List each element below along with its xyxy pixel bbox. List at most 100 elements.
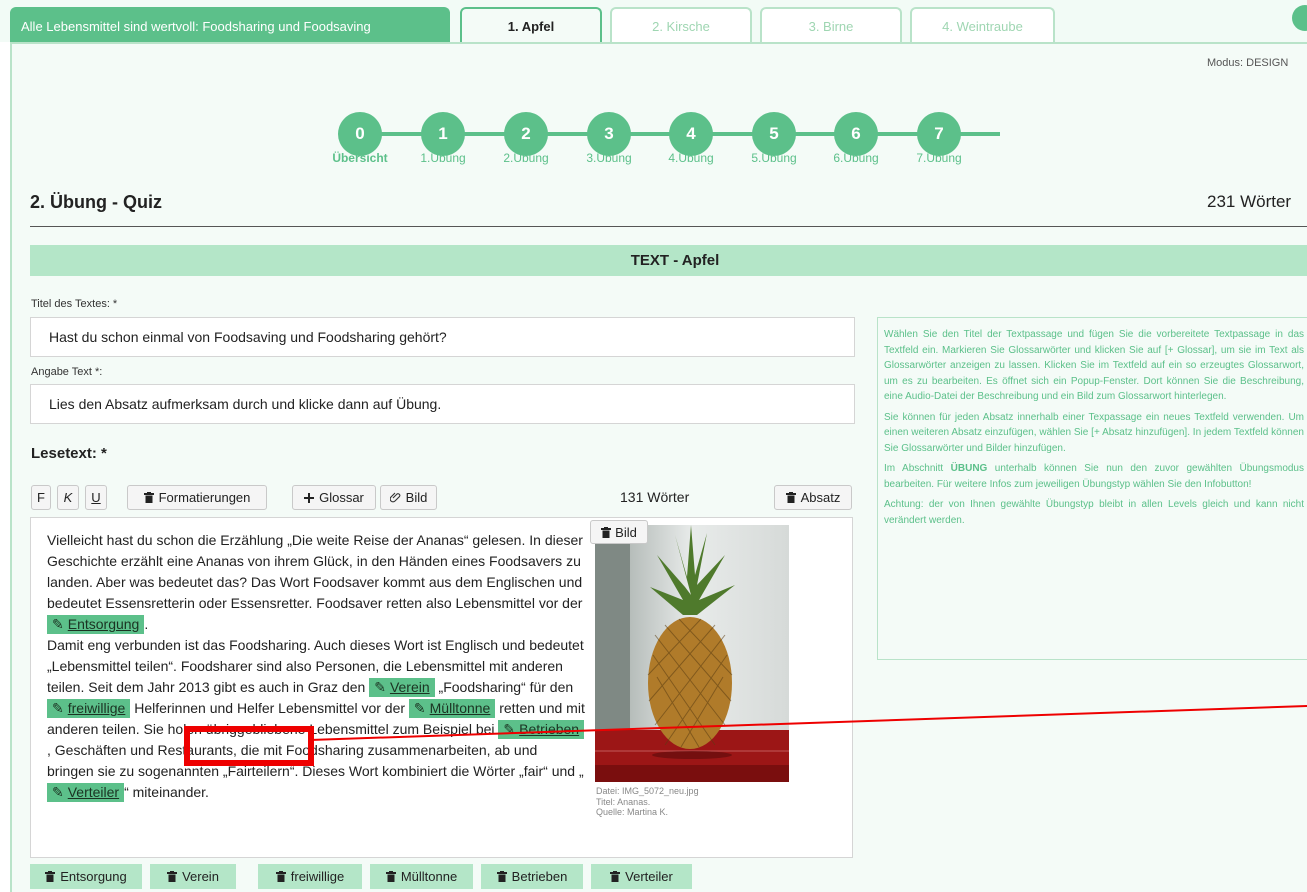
step-4-number: 4 xyxy=(686,124,696,143)
delete-glossary-freiwillige[interactable]: freiwillige xyxy=(258,864,362,889)
tab-kirsche[interactable]: 2. Kirsche xyxy=(610,7,752,43)
tab-apfel[interactable]: 1. Apfel xyxy=(460,7,602,44)
paragraph-word-count: 131 Wörter xyxy=(620,489,690,505)
step-3-number: 3 xyxy=(604,124,614,143)
pencil-icon: ✎ xyxy=(52,616,64,632)
trash-icon xyxy=(601,526,612,538)
exercise-title: 2. Übung - Quiz xyxy=(30,192,162,212)
step-1[interactable]: 1 xyxy=(421,112,465,156)
trash-icon xyxy=(167,871,178,882)
reading-text-content[interactable]: Vielleicht hast du schon die Erzählung „… xyxy=(47,530,587,803)
italic-label: K xyxy=(63,490,73,505)
tab-weintraube[interactable]: 4. Weintraube xyxy=(910,7,1055,43)
step-2[interactable]: 2 xyxy=(504,112,548,156)
text-section-title: TEXT - Apfel xyxy=(630,252,720,269)
add-image-label: Bild xyxy=(405,490,428,505)
help-paragraph-1: Wählen Sie den Titel der Textpassage und… xyxy=(884,329,1304,402)
step-4[interactable]: 4 xyxy=(669,112,713,156)
step-6-label: 6.Übung xyxy=(833,151,879,165)
pineapple-illustration xyxy=(595,525,789,782)
step-0-number: 0 xyxy=(355,124,365,143)
text-segment: , Geschäften und Restaurants, die mit Fo… xyxy=(47,742,584,779)
delete-glossary-betrieben[interactable]: Betrieben xyxy=(481,864,583,889)
glossary-word-label: Verein xyxy=(389,679,430,695)
step-3-label: 3.Übung xyxy=(586,151,632,165)
add-level-button[interactable] xyxy=(1292,5,1307,31)
help-paragraph-4: Achtung: der von Ihnen gewählte Übungsty… xyxy=(884,499,1304,526)
highlight-box xyxy=(184,726,314,766)
glossary-word-verteiler[interactable]: ✎ Verteiler xyxy=(47,783,125,802)
plus-icon xyxy=(304,492,315,503)
step-6[interactable]: 6 xyxy=(834,112,878,156)
delete-image-button[interactable]: Bild xyxy=(590,520,648,544)
help-emphasis: ÜBUNG xyxy=(950,463,988,474)
step-6-number: 6 xyxy=(851,124,861,143)
mode-label: Modus: DESIGN xyxy=(1207,57,1289,69)
glossary-word-verein[interactable]: ✎ Verein xyxy=(369,678,435,697)
underline-button[interactable]: U xyxy=(85,485,107,510)
glossary-button-label: Verteiler xyxy=(625,869,673,884)
task-input[interactable]: Lies den Absatz aufmerksam durch und kli… xyxy=(30,384,855,424)
formatting-button[interactable]: Formatierungen xyxy=(127,485,267,510)
glossary-word-muelltonne[interactable]: ✎ Mülltonne xyxy=(408,699,496,718)
step-5-label: 5.Übung xyxy=(751,151,797,165)
text-segment: „Foodsharing“ für den xyxy=(438,679,574,695)
delete-image-label: Bild xyxy=(615,524,637,540)
pencil-icon: ✎ xyxy=(52,784,64,800)
pineapple-image[interactable] xyxy=(595,525,789,782)
step-5-number: 5 xyxy=(769,124,779,143)
course-title-tab[interactable]: Alle Lebensmittel sind wertvoll: Foodsha… xyxy=(10,7,450,43)
step-1-label: 1.Übung xyxy=(420,151,466,165)
step-5[interactable]: 5 xyxy=(752,112,796,156)
step-3[interactable]: 3 xyxy=(587,112,631,156)
trash-icon xyxy=(45,871,56,882)
help-paragraph-3: Im Abschnitt ÜBUNG unterhalb können Sie … xyxy=(884,461,1304,492)
trash-icon xyxy=(275,871,286,882)
add-glossary-button[interactable]: Glossar xyxy=(292,485,376,510)
glossary-button-label: freiwillige xyxy=(290,869,345,884)
step-0[interactable]: 0 xyxy=(338,112,382,156)
image-source: Quelle: Martina K. xyxy=(596,807,669,817)
tab-apfel-label: 1. Apfel xyxy=(507,19,555,34)
reading-text-label: Lesetext: * xyxy=(31,445,107,462)
glossary-word-freiwillige[interactable]: ✎ freiwillige xyxy=(47,699,131,718)
step-7[interactable]: 7 xyxy=(917,112,961,156)
glossary-button-label: Betrieben xyxy=(511,869,568,884)
step-2-label: 2.Übung xyxy=(503,151,549,165)
glossary-button-label: Verein xyxy=(182,869,219,884)
step-2-number: 2 xyxy=(521,124,531,143)
tab-birne[interactable]: 3. Birne xyxy=(760,7,902,43)
pencil-icon: ✎ xyxy=(374,679,386,695)
add-image-button[interactable]: Bild xyxy=(380,485,437,510)
delete-glossary-muelltonne[interactable]: Mülltonne xyxy=(370,864,473,889)
delete-paragraph-button[interactable]: Absatz xyxy=(774,485,852,510)
tab-birne-label: 3. Birne xyxy=(808,18,854,34)
glossary-word-label: freiwillige xyxy=(67,700,126,716)
trash-icon xyxy=(496,871,507,882)
bold-button[interactable]: F xyxy=(31,485,51,510)
image-title: Titel: Ananas. xyxy=(596,797,651,807)
text-segment: Helferinnen und Helfer Lebensmittel vor … xyxy=(134,700,406,716)
task-field-label: Angabe Text *: xyxy=(31,366,103,378)
help-text: Im Abschnitt xyxy=(884,463,951,474)
delete-glossary-entsorgung[interactable]: Entsorgung xyxy=(30,864,142,889)
title-input[interactable]: Hast du schon einmal von Foodsaving und … xyxy=(30,317,855,357)
total-word-count: 231 Wörter xyxy=(1207,192,1292,211)
delete-glossary-verteiler[interactable]: Verteiler xyxy=(591,864,692,889)
glossary-word-betrieben[interactable]: ✎ Betrieben xyxy=(498,720,585,739)
italic-button[interactable]: K xyxy=(57,485,79,510)
title-divider xyxy=(30,226,1307,227)
paperclip-icon xyxy=(389,492,400,503)
text-segment: “ miteinander. xyxy=(124,784,209,800)
step-7-label: 7.Übung xyxy=(916,151,962,165)
help-paragraph-2: Sie können für jeden Absatz innerhalb ei… xyxy=(884,411,1304,454)
bold-label: F xyxy=(37,490,45,505)
glossary-word-label: Verteiler xyxy=(67,784,120,800)
text-paragraph-1: Vielleicht hast du schon die Erzählung „… xyxy=(47,532,583,611)
pencil-icon: ✎ xyxy=(52,700,64,716)
add-glossary-label: Glossar xyxy=(319,490,364,505)
pencil-icon: ✎ xyxy=(503,721,516,737)
glossary-word-entsorgung[interactable]: ✎ Entsorgung xyxy=(47,615,145,634)
delete-glossary-verein[interactable]: Verein xyxy=(150,864,236,889)
trash-icon xyxy=(785,492,796,503)
